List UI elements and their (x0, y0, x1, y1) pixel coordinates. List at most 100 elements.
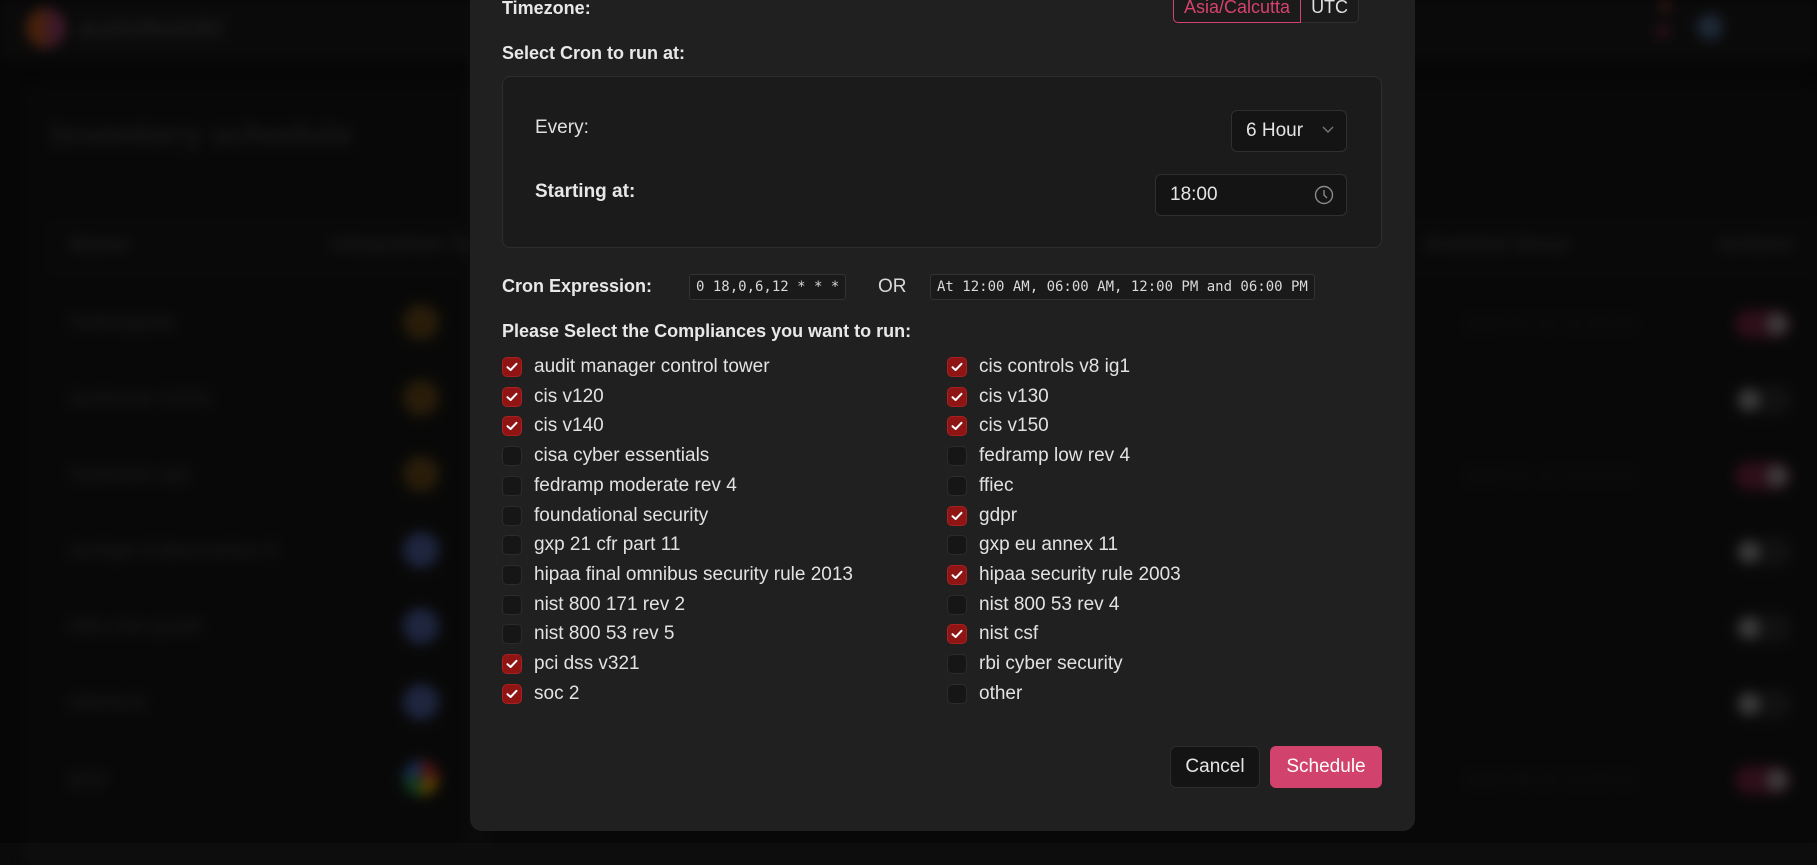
compliance-checkbox[interactable] (502, 416, 522, 437)
compliance-label: rbi cyber security (979, 653, 1123, 674)
compliance-checkbox[interactable] (947, 683, 967, 704)
compliance-item[interactable]: nist csf (947, 621, 1038, 647)
compliance-item[interactable]: rbi cyber security (947, 651, 1123, 677)
compliance-label: cis v130 (979, 385, 1049, 407)
compliance-label: nist 800 53 rev 5 (534, 623, 675, 645)
compliance-item[interactable]: audit manager control tower (502, 354, 770, 380)
checkmark-icon (951, 511, 963, 520)
compliance-item[interactable]: hipaa security rule 2003 (947, 562, 1181, 588)
compliance-label: nist 800 53 rev 4 (979, 593, 1120, 615)
compliance-label: fedramp moderate rev 4 (534, 474, 737, 496)
starting-at-time-input[interactable]: 18:00 (1155, 174, 1347, 216)
compliance-item[interactable]: pci dss v321 (502, 651, 640, 677)
cron-expression-value: 0 18,0,6,12 * * * (689, 274, 847, 300)
compliance-label: gxp 21 cfr part 11 (534, 534, 681, 556)
compliance-checkbox[interactable] (947, 624, 967, 645)
compliance-label: nist 800 171 rev 2 (534, 593, 686, 615)
compliance-item[interactable]: nist 800 171 rev 2 (502, 592, 685, 618)
compliance-checkbox[interactable] (947, 416, 967, 437)
compliance-checkbox[interactable] (502, 535, 522, 556)
compliance-checkbox[interactable] (502, 594, 522, 615)
checkmark-icon (951, 570, 963, 579)
compliance-label: cis v120 (534, 385, 604, 407)
compliance-item[interactable]: cis v140 (502, 413, 604, 439)
compliance-checkbox[interactable] (947, 654, 967, 674)
starting-at-label: Starting at: (535, 181, 636, 202)
compliance-checkbox[interactable] (502, 564, 522, 585)
compliance-item[interactable]: nist 800 53 rev 5 (502, 621, 674, 647)
cron-expression-label: Cron Expression: (502, 276, 653, 296)
checkmark-icon (951, 422, 963, 431)
compliance-label: pci dss v321 (534, 653, 640, 674)
compliance-label: fedramp low rev 4 (979, 445, 1131, 467)
every-interval-select[interactable]: 6 Hour (1231, 110, 1347, 152)
timezone-toggle-group: Asia/Calcutta UTC (1173, 0, 1360, 23)
compliance-item[interactable]: fedramp moderate rev 4 (502, 473, 737, 499)
compliance-checkbox[interactable] (502, 446, 522, 467)
schedule-button[interactable]: Schedule (1270, 746, 1382, 788)
or-label: OR (878, 276, 907, 297)
checkmark-icon (951, 362, 963, 371)
cron-section-label: Select Cron to run at: (502, 43, 686, 63)
checkmark-icon (506, 362, 518, 371)
compliance-item[interactable]: foundational security (502, 503, 708, 529)
compliance-item[interactable]: gxp 21 cfr part 11 (502, 532, 680, 558)
compliance-item[interactable]: fedramp low rev 4 (947, 443, 1130, 469)
compliance-item[interactable]: gxp eu annex 11 (947, 532, 1118, 558)
compliance-item[interactable]: cis v150 (947, 413, 1049, 439)
compliance-label: gxp eu annex 11 (979, 534, 1119, 556)
clock-icon[interactable] (1314, 185, 1334, 205)
compliance-item[interactable]: nist 800 53 rev 4 (947, 592, 1119, 618)
timezone-label: Timezone: (502, 0, 591, 18)
compliance-label: cis controls v8 ig1 (979, 356, 1131, 377)
compliance-checkbox[interactable] (947, 594, 967, 615)
compliance-label: nist csf (979, 623, 1039, 645)
compliance-checkbox[interactable] (502, 475, 522, 496)
compliance-checkbox[interactable] (947, 564, 967, 585)
every-label: Every: (535, 117, 589, 138)
compliance-label: hipaa security rule 2003 (979, 563, 1181, 585)
compliance-item[interactable]: cisa cyber essentials (502, 443, 709, 469)
checkmark-icon (506, 422, 518, 431)
checkmark-icon (951, 392, 963, 401)
compliance-checkbox[interactable] (947, 446, 967, 467)
compliance-item[interactable]: hipaa final omnibus security rule 2013 (502, 562, 853, 588)
compliance-checkbox[interactable] (502, 357, 522, 377)
compliance-label: foundational security (534, 504, 709, 526)
cancel-button[interactable]: Cancel (1170, 746, 1260, 788)
checkmark-icon (506, 659, 518, 668)
timezone-option-utc[interactable]: UTC (1301, 0, 1360, 23)
compliance-checkbox[interactable] (947, 535, 967, 556)
compliance-checkbox[interactable] (502, 683, 522, 704)
compliance-item[interactable]: soc 2 (502, 681, 579, 707)
compliance-label: ffiec (979, 474, 1014, 496)
compliance-checkbox[interactable] (947, 505, 967, 526)
compliance-label: audit manager control tower (534, 356, 770, 377)
compliance-checkbox[interactable] (502, 624, 522, 645)
compliance-item[interactable]: other (947, 681, 1022, 707)
chevron-down-icon (1322, 126, 1334, 133)
checkmark-icon (951, 630, 963, 639)
compliance-checkbox[interactable] (502, 654, 522, 674)
compliance-item[interactable]: cis controls v8 ig1 (947, 354, 1130, 380)
timezone-option-asia-calcutta[interactable]: Asia/Calcutta (1173, 0, 1302, 23)
compliance-label: cis v140 (534, 415, 604, 437)
compliance-label: soc 2 (534, 682, 580, 704)
schedule-modal: Timezone: Asia/Calcutta UTC Select Cron … (470, 0, 1415, 831)
compliance-checkbox[interactable] (502, 386, 522, 407)
compliance-checkbox[interactable] (947, 475, 967, 496)
compliance-label: other (979, 682, 1023, 704)
compliance-label: hipaa final omnibus security rule 2013 (534, 563, 853, 585)
cron-settings-box: Every: 6 Hour Starting at: 18:00 (502, 76, 1382, 248)
compliance-checkbox[interactable] (947, 357, 967, 377)
compliance-item[interactable]: cis v120 (502, 384, 604, 410)
compliance-checkbox[interactable] (502, 505, 522, 526)
compliance-item[interactable]: cis v130 (947, 384, 1049, 410)
compliance-item[interactable]: gdpr (947, 503, 1017, 529)
checkmark-icon (506, 689, 518, 698)
compliances-label: Please Select the Compliances you want t… (502, 321, 912, 341)
compliance-checkbox[interactable] (947, 386, 967, 407)
compliance-item[interactable]: ffiec (947, 473, 1014, 499)
compliance-label: gdpr (979, 504, 1018, 526)
compliance-label: cis v150 (979, 415, 1049, 437)
